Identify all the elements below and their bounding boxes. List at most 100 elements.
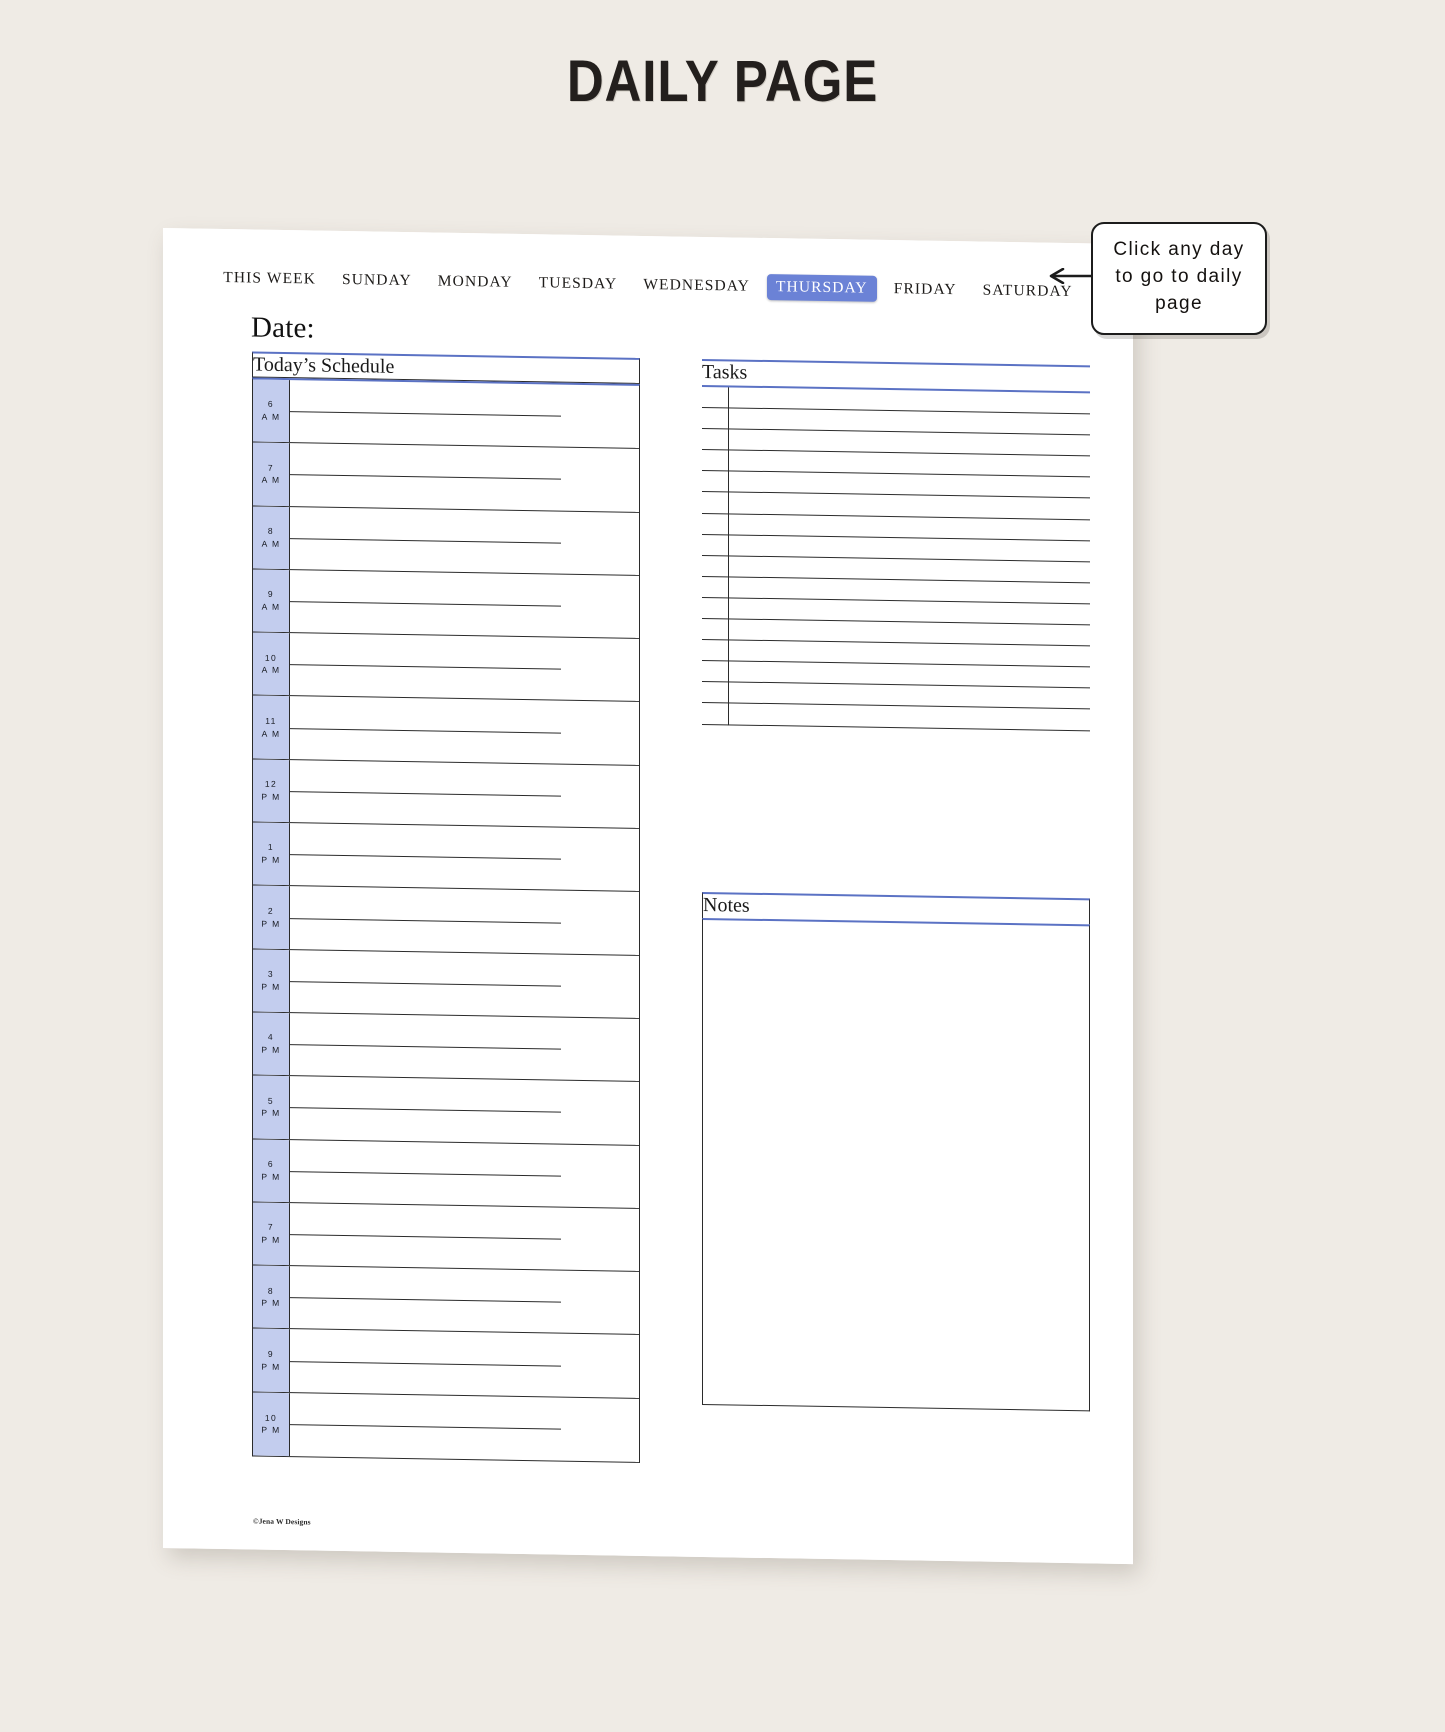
schedule-hour-row: 9A M (253, 569, 639, 640)
half-hour-rule (290, 1170, 561, 1177)
hour-number: 8 (267, 525, 275, 536)
half-hour-rule (290, 537, 561, 544)
hour-label: 9 P M (253, 1328, 290, 1392)
schedule-hour-row: 4P M (253, 1012, 639, 1083)
schedule-entry-field[interactable] (290, 570, 639, 638)
half-hour-rule (290, 854, 561, 860)
nav-day-this-week[interactable]: THIS WEEK (214, 265, 325, 293)
task-checkbox-column-rule (728, 682, 729, 704)
hour-period: P M (261, 918, 281, 929)
schedule-hour-row: 6 P M (253, 1139, 639, 1209)
schedule-hour-row: 5 P M (253, 1075, 639, 1146)
half-hour-rule (290, 474, 561, 481)
hour-number: 10 (264, 652, 278, 663)
hour-label: 7P M (253, 1202, 290, 1266)
schedule-hour-row: 3 P M (253, 949, 639, 1019)
hour-number: 4 (267, 1032, 275, 1043)
half-hour-rule (290, 727, 561, 734)
schedule-entry-field[interactable] (290, 760, 639, 828)
hour-label: 6 P M (253, 1139, 290, 1202)
task-checkbox-column-rule (728, 429, 729, 451)
hour-label: 3 P M (253, 949, 290, 1013)
schedule-entry-field[interactable] (290, 886, 639, 954)
task-checkbox-column-rule (728, 619, 729, 641)
nav-day-thursday[interactable]: THURSDAY (766, 274, 877, 302)
nav-day-friday[interactable]: FRIDAY (885, 276, 966, 303)
half-hour-rule (290, 1234, 561, 1240)
hour-label: 1P M (253, 822, 290, 886)
schedule-entry-field[interactable] (290, 380, 639, 448)
half-hour-rule (290, 1360, 561, 1367)
hour-period: A M (261, 538, 281, 549)
hour-number: 8 (267, 1285, 275, 1296)
schedule-entry-field[interactable] (290, 1013, 639, 1081)
nav-day-monday[interactable]: MONDAY (429, 268, 522, 296)
task-checkbox-column-rule (728, 556, 729, 578)
half-hour-rule (290, 980, 561, 987)
hour-label: 9A M (253, 569, 290, 633)
hour-period: P M (261, 854, 281, 866)
planner-page: THIS WEEK SUNDAY MONDAY TUESDAY WEDNESDAY THU… (163, 228, 1133, 1565)
task-checkbox-column-rule (728, 598, 729, 620)
task-checkbox-column-rule (728, 387, 729, 409)
hour-period: A M (261, 411, 281, 423)
hour-label: 10 P M (253, 1392, 290, 1457)
schedule-entry-field[interactable] (290, 1140, 639, 1208)
schedule-entry-field[interactable] (290, 823, 639, 891)
hour-label: 7 A M (253, 442, 290, 506)
schedule-hour-row: 9 P M (253, 1328, 639, 1399)
nav-day-tuesday[interactable]: TUESDAY (530, 270, 627, 298)
date-field-label: Date: (251, 311, 315, 345)
task-checkbox-column-rule (728, 450, 729, 472)
half-hour-rule (290, 917, 561, 924)
schedule-hour-row: 7 A M (253, 442, 639, 513)
hour-period: P M (261, 1108, 281, 1119)
half-hour-rule (290, 1424, 561, 1430)
day-navigation: THIS WEEK SUNDAY MONDAY TUESDAY WEDNESDAY THU… (163, 264, 1133, 306)
schedule-entry-field[interactable] (290, 1266, 639, 1334)
task-checkbox-column-rule (728, 640, 729, 662)
hour-period: P M (261, 1361, 281, 1372)
hour-period: P M (261, 1044, 281, 1056)
schedule-entry-field[interactable] (290, 1203, 639, 1271)
task-checkbox-column-rule (728, 703, 729, 725)
schedule-entry-field[interactable] (290, 697, 639, 765)
schedule-entry-field[interactable] (290, 950, 639, 1018)
schedule-hour-row: 8P M (253, 1265, 639, 1336)
hour-period: P M (261, 1234, 281, 1245)
schedule-entry-field[interactable] (290, 633, 639, 701)
nav-day-wednesday[interactable]: WEDNESDAY (634, 272, 759, 300)
hour-number: 11 (265, 715, 277, 726)
task-checkbox-column-rule (728, 577, 729, 599)
half-hour-rule (290, 664, 561, 670)
schedule-entry-field[interactable] (290, 443, 639, 511)
notes-box[interactable] (702, 917, 1090, 1412)
schedule-hour-row: 11 A M (253, 695, 639, 766)
task-checkbox-column-rule (728, 535, 729, 557)
hour-label: 5 P M (253, 1075, 290, 1139)
hour-number: 5 (267, 1095, 275, 1106)
schedule-hour-row: 10 P M (253, 1392, 639, 1462)
hour-period: A M (261, 475, 281, 486)
hour-period: A M (261, 664, 281, 676)
hour-number: 12 (264, 778, 278, 790)
hour-label: 2 P M (253, 885, 290, 949)
task-checkbox-column-rule (728, 661, 729, 683)
callout-tooltip: Click any day to go to daily page (1091, 222, 1267, 335)
schedule-grid: 6A M7A M8A M9A M 10 A M 11 A M 12 P M1P M2P M3… (252, 377, 640, 1463)
schedule-entry-field[interactable] (290, 507, 639, 575)
hour-label: 6A M (253, 379, 290, 443)
hour-period: P M (261, 1297, 281, 1309)
hour-label: 12 P M (253, 759, 290, 823)
hour-number: 3 (267, 968, 275, 979)
task-checkbox-column-rule (728, 471, 729, 493)
schedule-entry-field[interactable] (290, 1076, 639, 1144)
tasks-list (702, 384, 1090, 731)
nav-day-sunday[interactable]: SUNDAY (333, 267, 421, 294)
half-hour-rule (290, 411, 561, 417)
footer-credit: ©Jena W Designs (253, 1516, 311, 1527)
hour-number: 1 (267, 842, 275, 853)
schedule-entry-field[interactable] (290, 1330, 639, 1398)
schedule-hour-row: 8 A M (253, 506, 639, 576)
schedule-entry-field[interactable] (290, 1393, 639, 1462)
